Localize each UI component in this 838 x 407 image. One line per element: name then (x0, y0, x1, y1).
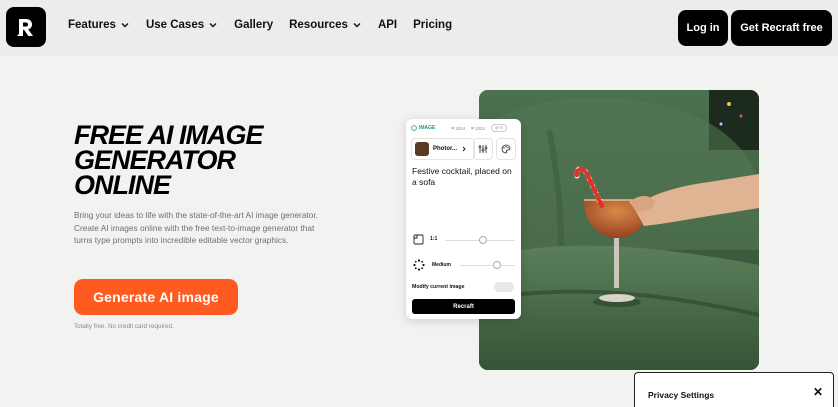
chevron-down-icon (353, 23, 361, 28)
quality-track (460, 265, 515, 266)
menu-item-api[interactable]: API (378, 19, 397, 31)
main-menu: Features Use Cases Gallery Resources API… (68, 19, 468, 31)
menu-item-label: Features (68, 19, 116, 31)
hero-title-line: ONLINE (74, 170, 171, 200)
aspect-ratio-label: 1:1 (430, 236, 438, 242)
aspect-ratio-control[interactable]: 1:1 (413, 233, 517, 245)
hero-image (479, 90, 759, 370)
height-value[interactable]: ⌗ 1024 (471, 126, 485, 131)
card-toolbar: IMAGE ⌗ 1024 ⌗ 1024 ◎ 0 (411, 123, 516, 133)
quality-slider-knob[interactable] (493, 261, 501, 269)
chevron-down-icon (209, 23, 217, 28)
menu-item-pricing[interactable]: Pricing (413, 19, 452, 31)
width-value[interactable]: ⌗ 1024 (451, 126, 465, 131)
chevron-down-icon (121, 23, 129, 28)
menu-item-label: Pricing (413, 19, 453, 31)
modify-current-image-label: Modify current image (412, 284, 465, 290)
quality-dots-icon (413, 259, 425, 271)
count-value[interactable]: ◎ 0 (491, 124, 507, 132)
logo-mark (17, 19, 33, 36)
get-recraft-free-button[interactable]: Get Recraft free (731, 10, 832, 46)
settings-button[interactable] (473, 138, 493, 160)
cocktail-sofa-illustration (479, 90, 759, 370)
recraft-submit-button[interactable]: Recraft (412, 299, 515, 314)
prompt-text[interactable]: Festive cocktail, placed on a sofa (412, 166, 512, 188)
modify-current-image-toggle[interactable] (494, 282, 514, 292)
sliders-icon (478, 145, 488, 153)
menu-item-resources[interactable]: Resources (289, 19, 362, 31)
login-button[interactable]: Log in (678, 10, 728, 46)
width-value-text: 1024 (455, 125, 466, 131)
style-label: Photor... (433, 146, 457, 152)
cta-note: Totally free. No credit card required. (74, 323, 174, 330)
style-selector[interactable]: Photor... (411, 138, 475, 160)
aspect-ratio-slider-knob[interactable] (479, 236, 487, 244)
menu-item-label: Use Cases (145, 19, 205, 31)
recraft-logo-icon[interactable] (6, 7, 46, 47)
menu-item-features[interactable]: Features (68, 19, 130, 31)
image-tab-label: IMAGE (419, 125, 436, 131)
image-tab[interactable]: IMAGE (411, 125, 435, 131)
privacy-settings-banner: Privacy Settings ✕ (634, 372, 834, 407)
palette-icon (501, 144, 511, 154)
menu-item-use-cases[interactable]: Use Cases (146, 19, 218, 31)
menu-item-gallery[interactable]: Gallery (234, 19, 273, 31)
menu-item-label: Gallery (234, 19, 274, 31)
style-thumbnail (415, 142, 429, 156)
generate-ai-image-button[interactable]: Generate AI image (74, 279, 238, 315)
close-icon[interactable]: ✕ (813, 385, 823, 399)
chevron-right-icon (462, 146, 466, 152)
image-icon (411, 125, 417, 131)
menu-item-label: Resources (289, 19, 348, 31)
menu-item-label: API (377, 19, 398, 31)
hero-title: FREE AI IMAGE GENERATOR ONLINE (74, 122, 334, 200)
privacy-title: Privacy Settings (648, 390, 715, 400)
top-nav: Features Use Cases Gallery Resources API… (0, 0, 838, 56)
aspect-ratio-icon (413, 234, 424, 244)
palette-button[interactable] (496, 138, 516, 160)
height-value-text: 1024 (475, 125, 486, 131)
count-value-text: 0 (500, 125, 503, 130)
hero-description: Bring your ideas to life with the state-… (74, 210, 318, 246)
quality-label: Medium (432, 262, 451, 268)
